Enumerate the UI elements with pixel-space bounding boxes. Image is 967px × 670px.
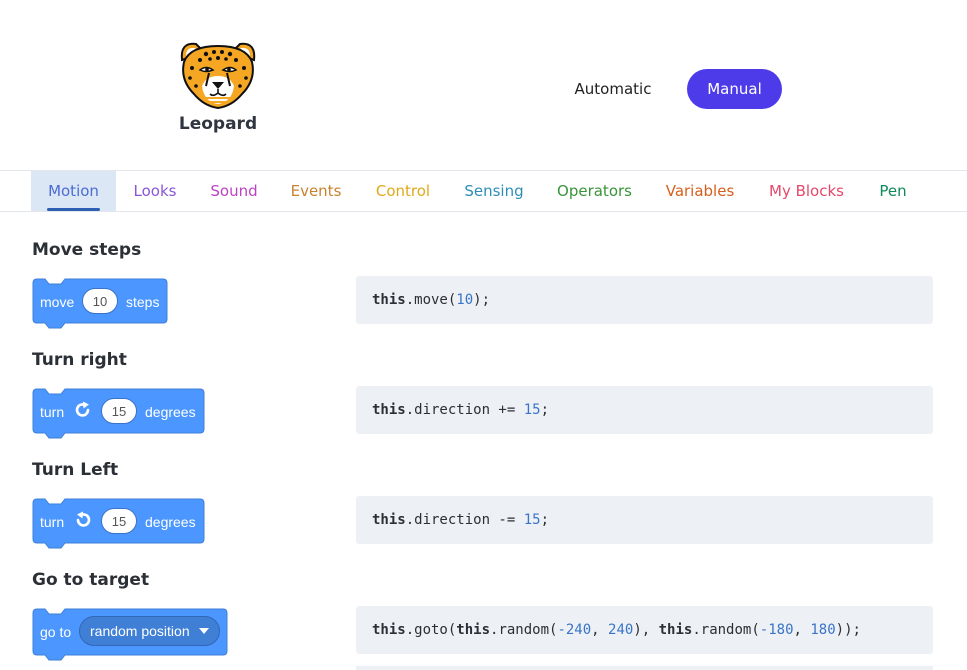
section-title-move-steps: Move steps <box>32 240 142 260</box>
section-title-go-to-target: Go to target <box>32 570 150 590</box>
code-text: ), <box>633 622 659 638</box>
code-text: .random( <box>490 622 558 638</box>
code-text: ; <box>540 402 550 418</box>
code-text: ); <box>473 292 491 308</box>
brand-name: Leopard <box>178 114 258 134</box>
code-keyword: this <box>456 622 491 638</box>
block-word-turn: turn <box>40 404 65 420</box>
tab-sensing[interactable]: Sensing <box>450 171 538 211</box>
category-tabs: Motion Looks Sound Events Control Sensin… <box>0 171 967 212</box>
code-keyword: this <box>372 402 406 418</box>
go-to-block[interactable]: go to random position <box>32 608 232 662</box>
chevron-down-icon <box>199 628 209 634</box>
degrees-value-input[interactable]: 15 <box>101 508 137 534</box>
app-header: Leopard Automatic Manual <box>0 0 967 171</box>
manual-mode-button[interactable]: Manual <box>687 69 782 109</box>
block-word-degrees: degrees <box>145 514 196 530</box>
code-text: , <box>793 622 811 638</box>
tab-events[interactable]: Events <box>276 171 356 211</box>
tab-operators[interactable]: Operators <box>542 171 647 211</box>
code-turn-right: this.direction += 15; <box>356 386 933 434</box>
rotate-left-icon <box>76 511 91 527</box>
code-keyword: this <box>372 512 406 528</box>
code-number: 180 <box>810 622 836 638</box>
automatic-mode-button[interactable]: Automatic <box>560 69 666 109</box>
tab-motion[interactable]: Motion <box>31 171 116 211</box>
code-turn-left: this.direction -= 15; <box>356 496 933 544</box>
section-title-turn-right: Turn right <box>32 350 127 370</box>
block-word-degrees: degrees <box>145 404 196 420</box>
section-title-turn-left: Turn Left <box>32 460 119 480</box>
leopard-logo-icon <box>180 42 256 110</box>
tab-control[interactable]: Control <box>360 171 446 211</box>
code-text: .direction -= <box>405 512 524 528</box>
code-number: 240 <box>608 622 634 638</box>
rotate-right-icon <box>75 401 90 417</box>
code-number: 15 <box>523 512 541 528</box>
code-number: 15 <box>523 402 541 418</box>
target-dropdown[interactable]: random position <box>79 616 220 646</box>
code-text: .move( <box>405 292 457 308</box>
tab-variables[interactable]: Variables <box>651 171 749 211</box>
code-text: ; <box>540 512 550 528</box>
block-word-go-to: go to <box>40 624 72 640</box>
dropdown-value: random position <box>90 623 190 639</box>
code-number: -180 <box>759 622 794 638</box>
code-keyword: this <box>658 622 693 638</box>
code-move-steps: this.move(10); <box>356 276 933 324</box>
tab-my-blocks[interactable]: My Blocks <box>753 171 860 211</box>
code-text: )); <box>835 622 861 638</box>
turn-right-block[interactable]: turn 15 degrees <box>32 388 212 440</box>
tab-sound[interactable]: Sound <box>196 171 272 211</box>
block-word-turn: turn <box>40 514 65 530</box>
next-code-block-edge <box>356 666 933 670</box>
block-word-steps: steps <box>126 294 160 310</box>
code-go-to-target: this.goto(this.random(-240, 240), this.r… <box>356 606 933 654</box>
code-text: .random( <box>692 622 760 638</box>
tab-looks[interactable]: Looks <box>118 171 192 211</box>
code-keyword: this <box>372 292 406 308</box>
degrees-value-input[interactable]: 15 <box>101 398 137 424</box>
steps-value-input[interactable]: 10 <box>82 288 118 314</box>
block-word-move: move <box>40 294 75 310</box>
code-keyword: this <box>372 622 406 638</box>
code-text: .direction += <box>405 402 524 418</box>
move-steps-block[interactable]: move 10 steps <box>32 278 172 330</box>
turn-left-block[interactable]: turn 15 degrees <box>32 498 212 550</box>
code-text: .goto( <box>405 622 457 638</box>
code-number: -240 <box>557 622 592 638</box>
code-text: , <box>591 622 609 638</box>
code-number: 10 <box>456 292 474 308</box>
tab-pen[interactable]: Pen <box>864 171 922 211</box>
